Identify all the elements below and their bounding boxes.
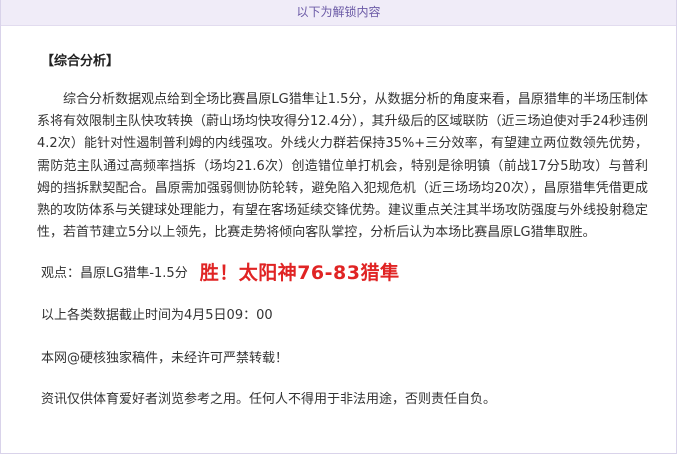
- section-heading: 【综合分析】: [41, 54, 120, 69]
- unlock-banner: 以下为解锁内容: [1, 0, 676, 26]
- disclaimer-note: 资讯仅供体育爱好者浏览参考之用。任何人不得用于非法用途，否则责任自负。: [41, 392, 497, 408]
- article-frame: 以下为解锁内容 【综合分析】 综合分析数据观点给到全场比赛昌原LG猎隼让1.5分…: [0, 0, 677, 454]
- article-content: 【综合分析】 综合分析数据观点给到全场比赛昌原LG猎隼让1.5分，从数据分析的角…: [1, 50, 676, 407]
- view-label: 观点：: [41, 265, 81, 281]
- analysis-paragraph: 综合分析数据观点给到全场比赛昌原LG猎隼让1.5分，从数据分析的角度来看，昌原猎…: [37, 92, 649, 241]
- result-badge: 胜！太阳神76-83猎隼: [199, 261, 400, 284]
- data-cutoff-note: 以上各类数据截止时间为4月5日09：00: [41, 308, 273, 324]
- view-line: 观点： 昌原LG猎隼-1.5分 胜！太阳神76-83猎隼: [41, 256, 648, 286]
- copyright-note: 本网@硬核独家稿件，未经许可严禁转载！: [41, 351, 289, 367]
- view-value: 昌原LG猎隼-1.5分: [80, 265, 188, 281]
